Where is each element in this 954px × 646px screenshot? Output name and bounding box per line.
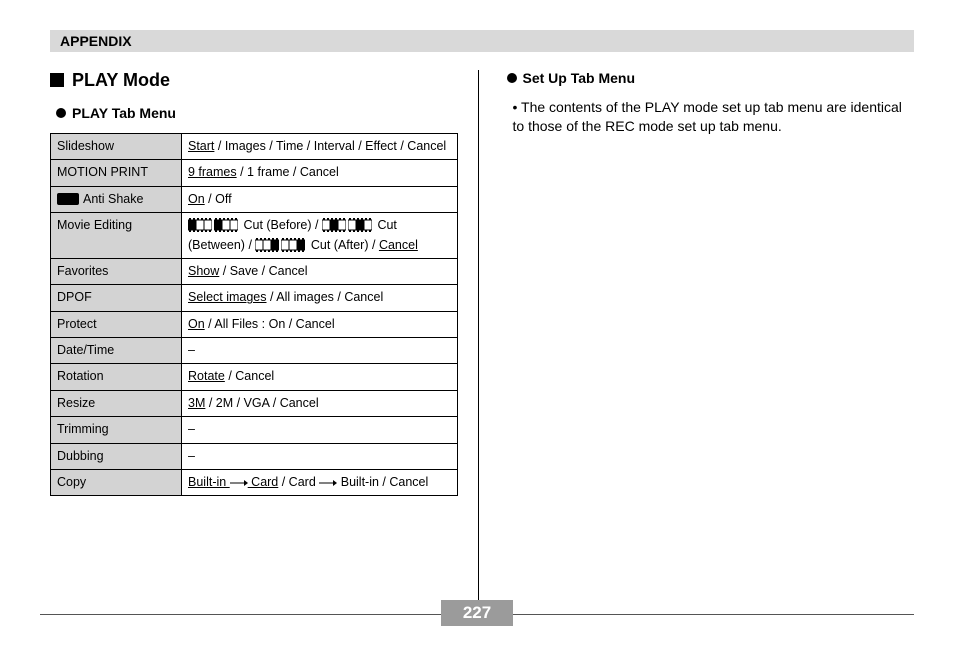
menu-label: Protect [57,317,97,331]
filmstrip-icon [255,238,279,252]
menu-value-cell: 9 frames / 1 frame / Cancel [182,160,458,186]
table-row: Anti Shake On / Off [51,186,458,212]
menu-label-cell: Slideshow [51,134,182,160]
menu-option-text: / Off [205,192,232,206]
menu-default-option: On [188,192,205,206]
table-row: Copy Built-in Card / Card Built-in / Canc… [51,469,458,495]
menu-label-cell: DPOF [51,285,182,311]
menu-label-cell: Trimming [51,417,182,443]
bullet-icon [56,108,66,118]
menu-value-cell: – [182,443,458,469]
menu-value-cell: Select images / All images / Cancel [182,285,458,311]
bullet-icon [507,73,517,83]
menu-label: MOTION PRINT [57,165,148,179]
table-row: Dubbing – [51,443,458,469]
filmstrip-icon [348,218,372,232]
menu-label: DPOF [57,290,92,304]
table-row: Resize 3M / 2M / VGA / Cancel [51,390,458,416]
menu-label: Anti Shake [83,192,143,206]
menu-label: Date/Time [57,343,114,357]
menu-label: Slideshow [57,139,114,153]
menu-option-text: / Cancel [225,369,274,383]
right-column: Set Up Tab Menu • The contents of the PL… [478,70,915,600]
play-tab-menu-heading: PLAY Tab Menu [56,105,458,121]
menu-value-cell: Rotate / Cancel [182,364,458,390]
menu-label: Resize [57,396,95,410]
play-mode-heading: PLAY Mode [50,70,458,91]
menu-value-cell: Show / Save / Cancel [182,258,458,284]
menu-default-option: Select images [188,290,267,304]
menu-label: Dubbing [57,449,104,463]
table-row: DPOF Select images / All images / Cancel [51,285,458,311]
menu-label: Movie Editing [57,218,132,232]
note-bullet: • [513,99,518,115]
table-row: Favorites Show / Save / Cancel [51,258,458,284]
appendix-label: APPENDIX [60,33,132,49]
menu-label-cell: Dubbing [51,443,182,469]
filmstrip-icon [281,238,305,252]
columns: PLAY Mode PLAY Tab Menu Slideshow Start /… [50,70,914,600]
menu-value-cell: 3M / 2M / VGA / Cancel [182,390,458,416]
menu-option-text: / All images / Cancel [267,290,384,304]
menu-label: Favorites [57,264,108,278]
menu-option-text: / Save / Cancel [219,264,307,278]
menu-default-option: Start [188,139,214,153]
table-row: Movie Editing Cut (Before) / Cut (Betwee… [51,213,458,259]
table-row: Rotation Rotate / Cancel [51,364,458,390]
page-number-box: 227 [441,600,513,626]
menu-label-cell: Rotation [51,364,182,390]
menu-option-text: / Images / Time / Interval / Effect / Ca… [214,139,446,153]
arrow-right-icon [230,479,248,487]
menu-value-cell: – [182,338,458,364]
appendix-banner: APPENDIX [50,30,914,52]
menu-default-option: On [188,317,205,331]
menu-value-cell: Cut (Before) / Cut (Between) / Cut (Afte… [182,213,458,259]
square-icon [50,73,64,87]
menu-option-text: / 1 frame / Cancel [237,165,339,179]
menu-default-option: 3M [188,396,205,410]
menu-value-cell: – [182,417,458,443]
menu-label: Copy [57,475,86,489]
menu-label-cell: Protect [51,311,182,337]
anti-shake-icon [57,193,79,205]
menu-value-cell: Built-in Card / Card Built-in / Cancel [182,469,458,495]
play-tab-menu-text: PLAY Tab Menu [72,105,176,121]
menu-option-text: / All Files : On / Cancel [205,317,335,331]
menu-value-cell: Start / Images / Time / Interval / Effec… [182,134,458,160]
menu-label: Rotation [57,369,104,383]
play-mode-text: PLAY Mode [72,70,170,90]
menu-label-cell: MOTION PRINT [51,160,182,186]
arrow-right-icon [319,479,337,487]
page-footer: 227 [40,600,914,630]
setup-note: • The contents of the PLAY mode set up t… [513,98,915,136]
table-row: Slideshow Start / Images / Time / Interva… [51,134,458,160]
menu-option-text: / 2M / VGA / Cancel [205,396,318,410]
page-number: 227 [463,603,491,623]
table-row: Date/Time – [51,338,458,364]
menu-default-option: Show [188,264,219,278]
page: APPENDIX PLAY Mode PLAY Tab Menu Slidesh… [0,0,954,646]
table-row: MOTION PRINT 9 frames / 1 frame / Cancel [51,160,458,186]
table-row: Protect On / All Files : On / Cancel [51,311,458,337]
menu-label-cell: Movie Editing [51,213,182,259]
note-text: The contents of the PLAY mode set up tab… [513,99,902,134]
filmstrip-icon [188,218,212,232]
menu-default-option: 9 frames [188,165,237,179]
play-tab-menu-table: Slideshow Start / Images / Time / Interva… [50,133,458,496]
menu-label-cell: Favorites [51,258,182,284]
left-column: PLAY Mode PLAY Tab Menu Slideshow Start /… [50,70,478,600]
setup-tab-text: Set Up Tab Menu [523,70,636,86]
menu-label: Trimming [57,422,109,436]
filmstrip-icon [214,218,238,232]
table-row: Trimming – [51,417,458,443]
filmstrip-icon [322,218,346,232]
menu-default-option: Rotate [188,369,225,383]
menu-value-cell: On / All Files : On / Cancel [182,311,458,337]
menu-label-cell: Copy [51,469,182,495]
setup-tab-heading: Set Up Tab Menu [507,70,915,86]
menu-label-cell: Anti Shake [51,186,182,212]
menu-label-cell: Date/Time [51,338,182,364]
menu-value-cell: On / Off [182,186,458,212]
menu-label-cell: Resize [51,390,182,416]
